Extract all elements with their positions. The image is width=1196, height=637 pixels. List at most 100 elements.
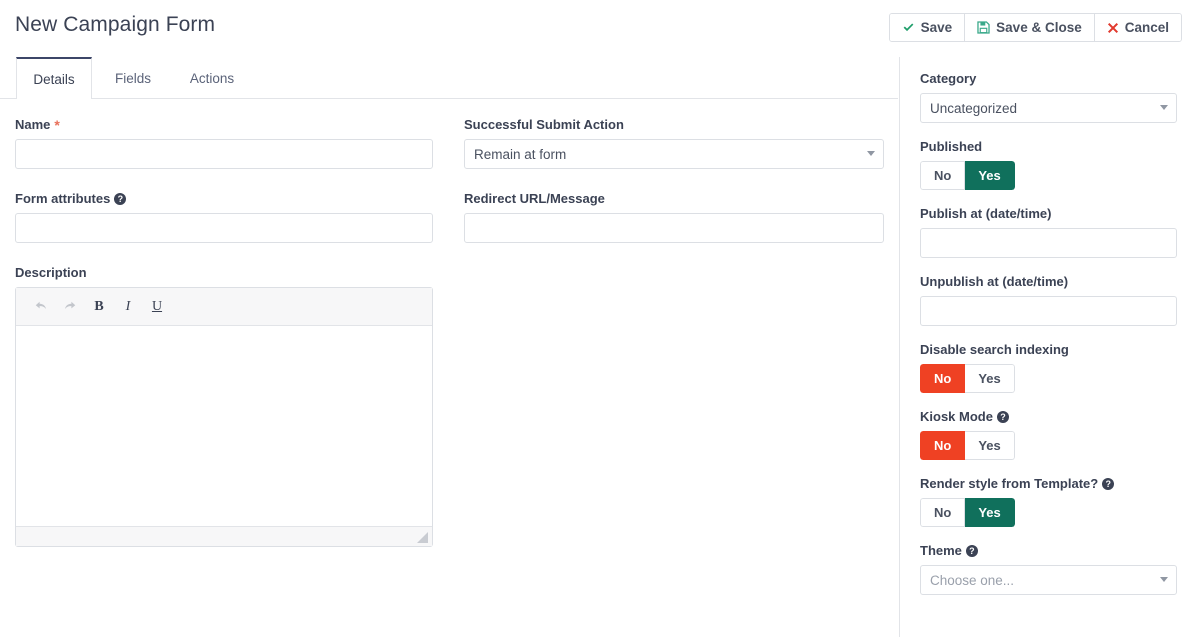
- bold-glyph: B: [94, 299, 103, 315]
- unpublish-at-input[interactable]: [920, 296, 1177, 326]
- category-select-wrap: Uncategorized: [920, 93, 1177, 123]
- kiosk-mode-toggle: No Yes: [920, 431, 1015, 460]
- name-label-text: Name: [15, 117, 50, 133]
- italic-glyph: I: [126, 299, 131, 315]
- description-group: Description B I: [15, 265, 433, 547]
- description-editor: B I U: [15, 287, 433, 547]
- published-label: Published: [920, 139, 1177, 155]
- close-x-icon: [1107, 22, 1119, 34]
- floppy-disk-icon: [977, 21, 990, 34]
- disable-search-indexing-option-yes[interactable]: Yes: [965, 364, 1014, 393]
- save-button[interactable]: Save: [890, 14, 965, 41]
- submit-action-group: Successful Submit Action Remain at form: [464, 117, 884, 169]
- category-select[interactable]: Uncategorized: [920, 93, 1177, 123]
- theme-label-text: Theme: [920, 543, 962, 559]
- kiosk-mode-option-yes[interactable]: Yes: [965, 431, 1014, 460]
- submit-action-select[interactable]: Remain at form: [464, 139, 884, 169]
- category-label: Category: [920, 71, 1177, 87]
- kiosk-mode-label-text: Kiosk Mode: [920, 409, 993, 425]
- tab-fields[interactable]: Fields: [100, 57, 166, 99]
- help-icon[interactable]: ?: [966, 545, 978, 557]
- description-label: Description: [15, 265, 433, 281]
- category-group: Category Uncategorized: [920, 71, 1177, 123]
- theme-group: Theme ? Choose one...: [920, 543, 1177, 595]
- save-and-close-button-label: Save & Close: [996, 20, 1082, 35]
- render-style-option-no[interactable]: No: [920, 498, 965, 527]
- page-title: New Campaign Form: [15, 13, 215, 37]
- unpublish-at-group: Unpublish at (date/time): [920, 274, 1177, 326]
- publish-at-group: Publish at (date/time): [920, 206, 1177, 258]
- cancel-button[interactable]: Cancel: [1094, 14, 1181, 41]
- italic-icon[interactable]: I: [115, 294, 141, 320]
- form-attributes-label: Form attributes ?: [15, 191, 433, 207]
- form-attributes-input[interactable]: [15, 213, 433, 243]
- kiosk-mode-label: Kiosk Mode ?: [920, 409, 1177, 425]
- category-value: Uncategorized: [930, 101, 1017, 116]
- render-style-option-yes[interactable]: Yes: [965, 498, 1014, 527]
- published-option-yes[interactable]: Yes: [965, 161, 1014, 190]
- check-icon: [902, 21, 915, 34]
- tab-fields-label: Fields: [115, 71, 151, 86]
- header-toolbar: Save Save & Close Cancel: [889, 13, 1182, 42]
- required-marker: *: [54, 117, 59, 133]
- published-toggle: No Yes: [920, 161, 1015, 190]
- form-attributes-group: Form attributes ?: [15, 191, 433, 243]
- help-icon[interactable]: ?: [997, 411, 1009, 423]
- bold-icon[interactable]: B: [86, 294, 112, 320]
- disable-search-indexing-group: Disable search indexing No Yes: [920, 342, 1177, 393]
- category-label-text: Category: [920, 71, 976, 87]
- description-editor-body[interactable]: [16, 326, 432, 526]
- name-input[interactable]: [15, 139, 433, 169]
- form-column-right: Successful Submit Action Remain at form …: [464, 117, 884, 265]
- undo-icon[interactable]: [28, 294, 54, 320]
- redo-icon[interactable]: [57, 294, 83, 320]
- render-style-label: Render style from Template? ?: [920, 476, 1177, 492]
- submit-action-label-text: Successful Submit Action: [464, 117, 624, 133]
- editor-toolbar: B I U: [16, 288, 432, 326]
- page-root: New Campaign Form Save Save & Close: [0, 0, 1196, 637]
- submit-action-select-wrap: Remain at form: [464, 139, 884, 169]
- tab-details[interactable]: Details: [16, 57, 92, 100]
- theme-select[interactable]: Choose one...: [920, 565, 1177, 595]
- unpublish-at-label-text: Unpublish at (date/time): [920, 274, 1068, 290]
- kiosk-mode-option-no[interactable]: No: [920, 431, 965, 460]
- published-label-text: Published: [920, 139, 982, 155]
- submit-action-label: Successful Submit Action: [464, 117, 884, 133]
- editor-status-bar: [16, 526, 432, 546]
- theme-select-wrap: Choose one...: [920, 565, 1177, 595]
- publish-at-input[interactable]: [920, 228, 1177, 258]
- form-column-left: Name * Form attributes ? Description: [15, 117, 433, 569]
- tab-actions-label: Actions: [190, 71, 234, 86]
- disable-search-indexing-toggle: No Yes: [920, 364, 1015, 393]
- save-and-close-button[interactable]: Save & Close: [964, 14, 1094, 41]
- page-header: New Campaign Form Save Save & Close: [0, 0, 1196, 57]
- kiosk-mode-group: Kiosk Mode ? No Yes: [920, 409, 1177, 460]
- disable-search-indexing-option-no[interactable]: No: [920, 364, 965, 393]
- redirect-url-input[interactable]: [464, 213, 884, 243]
- published-option-no[interactable]: No: [920, 161, 965, 190]
- redirect-url-group: Redirect URL/Message: [464, 191, 884, 243]
- tab-bar: Details Fields Actions: [0, 57, 898, 99]
- publish-at-label-text: Publish at (date/time): [920, 206, 1051, 222]
- tab-details-label: Details: [33, 72, 74, 87]
- resize-grip-icon[interactable]: [417, 532, 428, 543]
- save-button-label: Save: [921, 20, 953, 35]
- render-style-toggle: No Yes: [920, 498, 1015, 527]
- main-content: Name * Form attributes ? Description: [0, 99, 898, 637]
- settings-sidebar: Category Uncategorized Published No Yes …: [899, 57, 1196, 637]
- cancel-button-label: Cancel: [1125, 20, 1169, 35]
- underline-icon[interactable]: U: [144, 294, 170, 320]
- name-field-group: Name *: [15, 117, 433, 169]
- tab-actions[interactable]: Actions: [176, 57, 248, 99]
- render-style-label-text: Render style from Template?: [920, 476, 1098, 492]
- disable-search-indexing-label: Disable search indexing: [920, 342, 1177, 358]
- redirect-url-label: Redirect URL/Message: [464, 191, 884, 207]
- redirect-url-label-text: Redirect URL/Message: [464, 191, 605, 207]
- publish-at-label: Publish at (date/time): [920, 206, 1177, 222]
- published-group: Published No Yes: [920, 139, 1177, 190]
- underline-glyph: U: [152, 299, 162, 315]
- help-icon[interactable]: ?: [114, 193, 126, 205]
- name-label: Name *: [15, 117, 433, 133]
- help-icon[interactable]: ?: [1102, 478, 1114, 490]
- disable-search-indexing-label-text: Disable search indexing: [920, 342, 1069, 358]
